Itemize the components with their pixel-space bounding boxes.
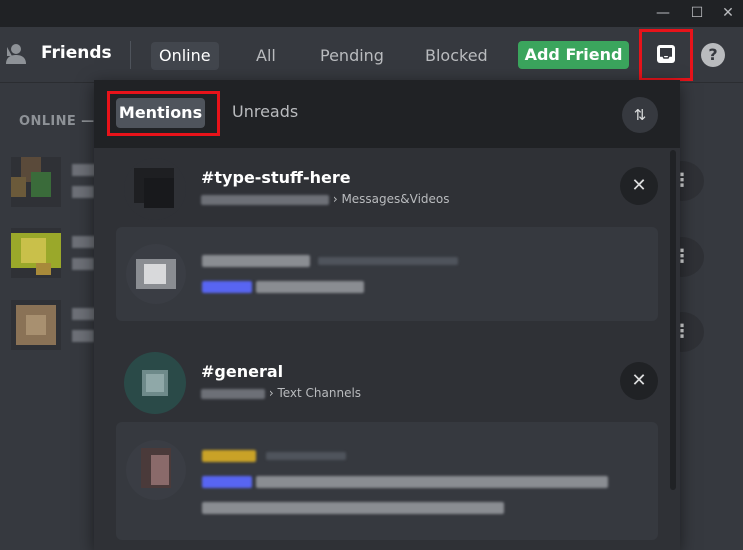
- message-author: [202, 255, 310, 267]
- tab-all[interactable]: All: [248, 42, 284, 70]
- tab-blocked[interactable]: Blocked: [417, 42, 496, 70]
- window-titlebar: — ☐ ✕: [0, 0, 743, 27]
- tab-pending[interactable]: Pending: [312, 42, 392, 70]
- inbox-scrollbar[interactable]: [670, 150, 676, 490]
- dismiss-button[interactable]: ✕: [620, 362, 658, 400]
- friends-header: Friends Online All Pending Blocked Add F…: [0, 27, 743, 83]
- friend-avatar[interactable]: [11, 300, 61, 350]
- channel-category: › Text Channels: [201, 386, 361, 400]
- tab-unreads[interactable]: Unreads: [232, 102, 298, 121]
- online-section-label: ONLINE —: [19, 114, 95, 129]
- inbox-icon[interactable]: [655, 43, 677, 65]
- maximize-icon[interactable]: ☐: [686, 4, 708, 22]
- message-author: [202, 450, 256, 462]
- inbox-header: Mentions Unreads ⇅: [94, 80, 680, 148]
- friend-name: [72, 308, 96, 320]
- help-icon[interactable]: ?: [701, 43, 725, 67]
- friend-avatar[interactable]: [11, 157, 61, 207]
- channel-category: › Messages&Videos: [201, 192, 450, 206]
- mentions-highlight-box: [107, 91, 220, 136]
- message-avatar: [126, 440, 186, 500]
- mention-tag: [202, 476, 252, 488]
- friends-icon: [6, 44, 26, 64]
- tab-online[interactable]: Online: [151, 42, 219, 70]
- friend-name: [72, 164, 96, 176]
- friend-avatar[interactable]: [11, 228, 61, 278]
- mention-message[interactable]: [116, 227, 658, 321]
- message-timestamp: [266, 452, 346, 460]
- friend-status: [72, 186, 94, 198]
- close-icon[interactable]: ✕: [717, 4, 739, 22]
- friend-status: [72, 258, 94, 270]
- message-timestamp: [318, 257, 458, 265]
- dismiss-button[interactable]: ✕: [620, 167, 658, 205]
- page-title: Friends: [41, 43, 112, 63]
- inbox-popout: Mentions Unreads ⇅ #type-stuff-here › Me…: [94, 80, 680, 550]
- message-content: [256, 281, 364, 293]
- mention-message[interactable]: [116, 422, 658, 540]
- message-avatar: [126, 244, 186, 304]
- channel-name[interactable]: #general: [201, 362, 283, 381]
- message-content: [202, 502, 504, 514]
- channel-name[interactable]: #type-stuff-here: [201, 168, 351, 187]
- add-friend-button[interactable]: Add Friend: [518, 41, 629, 69]
- server-icon: [124, 352, 186, 414]
- header-divider: [130, 41, 131, 69]
- mention-tag: [202, 281, 252, 293]
- server-icon: [124, 158, 186, 220]
- friend-name: [72, 236, 96, 248]
- minimize-icon[interactable]: —: [652, 4, 674, 22]
- message-content: [256, 476, 608, 488]
- friend-status: [72, 330, 94, 342]
- sort-icon[interactable]: ⇅: [622, 97, 658, 133]
